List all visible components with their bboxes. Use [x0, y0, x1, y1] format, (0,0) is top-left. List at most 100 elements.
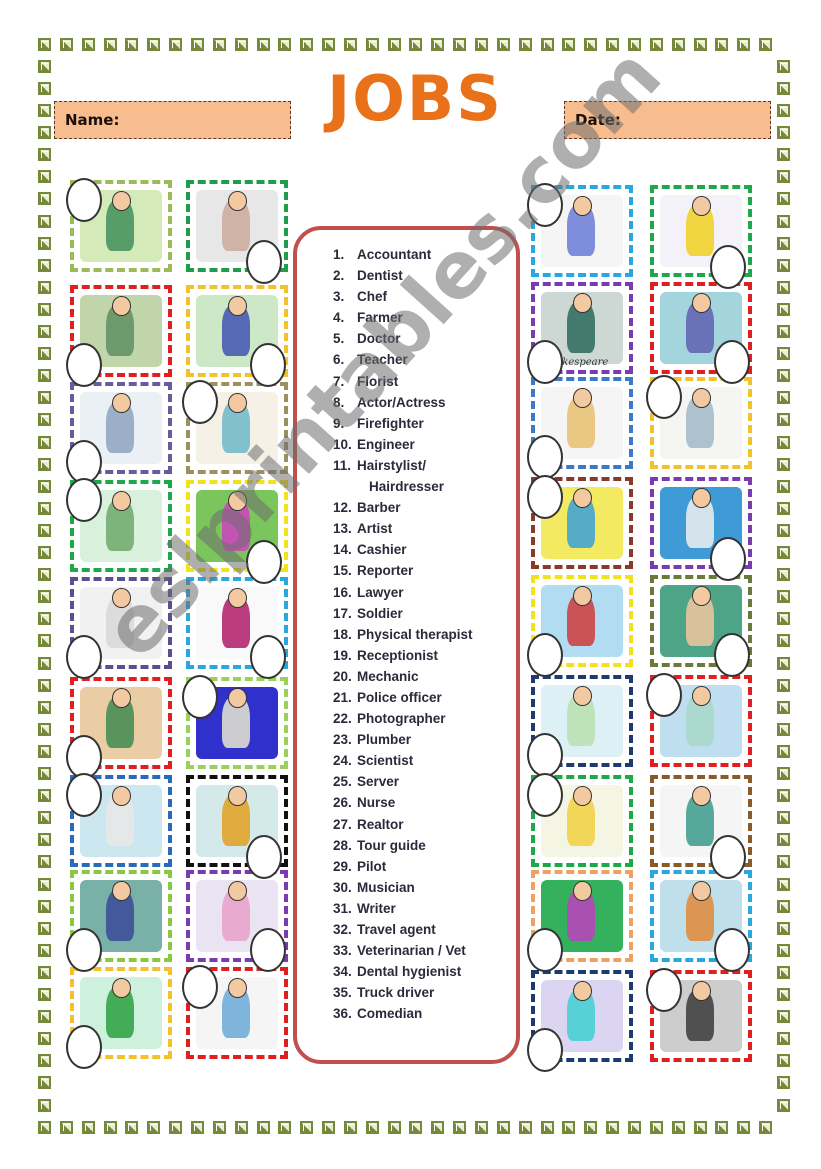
answer-bubble[interactable] — [250, 928, 286, 972]
border-tile-icon — [38, 1099, 51, 1112]
job-label: Writer — [357, 900, 396, 916]
job-label: Firefighter — [357, 415, 424, 431]
answer-bubble[interactable] — [66, 773, 102, 817]
answer-bubble[interactable] — [66, 178, 102, 222]
border-tile-icon — [672, 38, 685, 51]
job-list-item: 14. Cashier — [333, 539, 473, 560]
answer-bubble[interactable] — [710, 835, 746, 879]
border-tile-icon — [38, 325, 51, 338]
job-label: Comedian — [357, 1006, 423, 1022]
border-tile-icon — [300, 38, 313, 51]
job-label: Physical therapist — [357, 626, 473, 642]
border-tile-icon — [38, 347, 51, 360]
border-tile-icon — [409, 1121, 422, 1134]
job-label: Reporter — [357, 563, 414, 579]
border-tile-icon — [38, 922, 51, 935]
answer-bubble[interactable] — [182, 965, 218, 1009]
job-label: Nurse — [357, 795, 396, 811]
answer-bubble[interactable] — [527, 1028, 563, 1072]
answer-bubble[interactable] — [527, 633, 563, 677]
job-label: Truck driver — [357, 985, 435, 1001]
border-tile-icon — [453, 1121, 466, 1134]
border-tile-icon — [125, 1121, 138, 1134]
job-label: Musician — [357, 879, 415, 895]
answer-bubble[interactable] — [250, 343, 286, 387]
person-head-icon — [111, 880, 131, 902]
job-number: 35. — [333, 985, 352, 1001]
border-tile-icon — [38, 612, 51, 625]
answer-bubble[interactable] — [527, 183, 563, 227]
answer-bubble[interactable] — [646, 968, 682, 1012]
job-list-item: 11. Hairstylist/ — [333, 455, 473, 476]
job-number: 34. — [333, 964, 352, 980]
answer-bubble[interactable] — [646, 673, 682, 717]
border-tile-icon — [82, 1121, 95, 1134]
date-field[interactable]: Date: — [564, 101, 771, 139]
border-tile-icon — [715, 38, 728, 51]
border-tile-icon — [694, 1121, 707, 1134]
job-list-item: 35. Truck driver — [333, 982, 473, 1003]
answer-bubble[interactable] — [66, 478, 102, 522]
answer-bubble[interactable] — [714, 633, 750, 677]
border-tile-icon — [777, 988, 790, 1001]
border-tile-icon — [777, 922, 790, 935]
answer-bubble[interactable] — [527, 733, 563, 777]
answer-bubble[interactable] — [182, 675, 218, 719]
person-head-icon — [111, 587, 131, 609]
answer-bubble[interactable] — [66, 928, 102, 972]
person-head-icon — [111, 687, 131, 709]
person-head-icon — [111, 190, 131, 212]
answer-bubble[interactable] — [246, 835, 282, 879]
border-tile-icon — [38, 524, 51, 537]
answer-bubble[interactable] — [182, 380, 218, 424]
person-head-icon — [111, 977, 131, 999]
answer-bubble[interactable] — [710, 537, 746, 581]
job-list-item: 19. Receptionist — [333, 645, 473, 666]
border-tile-icon — [777, 1010, 790, 1023]
job-label: Realtor — [357, 816, 404, 832]
border-tile-icon — [38, 237, 51, 250]
answer-bubble[interactable] — [246, 240, 282, 284]
answer-bubble[interactable] — [250, 635, 286, 679]
job-label: Plumber — [357, 732, 412, 748]
job-label: Actor/Actress — [357, 394, 446, 410]
job-number: 12. — [333, 500, 352, 516]
answer-bubble[interactable] — [646, 375, 682, 419]
answer-bubble[interactable] — [714, 928, 750, 972]
answer-bubble[interactable] — [66, 635, 102, 679]
border-tile-icon — [388, 1121, 401, 1134]
border-tile-icon — [366, 38, 379, 51]
answer-bubble[interactable] — [527, 928, 563, 972]
answer-bubble[interactable] — [527, 340, 563, 384]
border-tile-icon — [777, 524, 790, 537]
job-list-item: 6. Teacher — [333, 349, 473, 370]
job-list-item: 24. Scientist — [333, 750, 473, 771]
border-tile-icon — [322, 38, 335, 51]
border-tile-icon — [777, 259, 790, 272]
answer-bubble[interactable] — [710, 245, 746, 289]
border-tile-icon — [777, 855, 790, 868]
job-label: Photographer — [357, 711, 446, 727]
job-list-item: 2. Dentist — [333, 265, 473, 286]
name-field[interactable]: Name: — [54, 101, 291, 139]
answer-bubble[interactable] — [66, 1025, 102, 1069]
border-tile-icon — [38, 878, 51, 891]
answer-bubble[interactable] — [246, 540, 282, 584]
answer-bubble[interactable] — [66, 343, 102, 387]
job-number: 27. — [333, 816, 352, 832]
job-number: 24. — [333, 753, 352, 769]
answer-bubble[interactable] — [527, 773, 563, 817]
border-tile-icon — [541, 38, 554, 51]
answer-bubble[interactable] — [527, 435, 563, 479]
job-number: 28. — [333, 837, 352, 853]
border-tile-icon — [38, 679, 51, 692]
border-tile-icon — [777, 723, 790, 736]
answer-bubble[interactable] — [714, 340, 750, 384]
border-tile-icon — [475, 1121, 488, 1134]
answer-bubble[interactable] — [527, 475, 563, 519]
job-list-item: 15. Reporter — [333, 560, 473, 581]
person-head-icon — [227, 687, 247, 709]
job-number: 31. — [333, 900, 352, 916]
job-list-item: 30. Musician — [333, 877, 473, 898]
border-tile-icon — [169, 38, 182, 51]
